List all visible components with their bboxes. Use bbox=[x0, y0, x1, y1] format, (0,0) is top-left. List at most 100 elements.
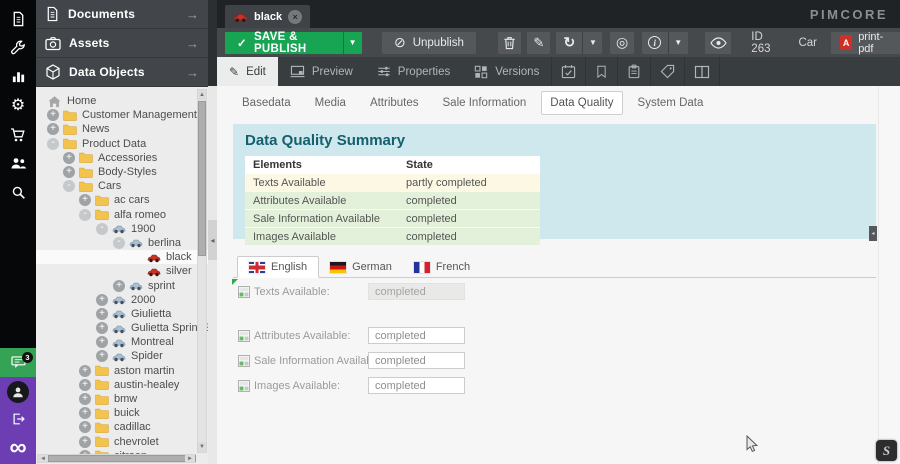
open-object-tab[interactable]: black × bbox=[225, 5, 310, 28]
tree-item[interactable]: buick bbox=[36, 406, 208, 420]
tree-expander-icon[interactable] bbox=[79, 393, 91, 405]
preview-eye-button[interactable] bbox=[705, 32, 732, 54]
tab-tags[interactable] bbox=[650, 57, 684, 86]
tree-item[interactable]: sprint bbox=[36, 278, 208, 292]
scroll-left-button[interactable]: ◄ bbox=[38, 455, 48, 462]
language-tab[interactable]: French bbox=[403, 257, 481, 277]
accordion-assets[interactable]: Assets → bbox=[36, 29, 208, 58]
reload-button[interactable]: ↻ ▼ bbox=[556, 32, 602, 54]
subtab[interactable]: System Data bbox=[629, 91, 713, 115]
tree-expander-icon[interactable] bbox=[96, 336, 108, 348]
field-value-input[interactable]: completed bbox=[368, 352, 465, 369]
unpublish-button[interactable]: ⊘ Unpublish bbox=[382, 32, 476, 54]
cart-icon[interactable] bbox=[0, 120, 36, 149]
tree-expander-icon[interactable] bbox=[47, 109, 59, 121]
language-tab[interactable]: English bbox=[237, 256, 319, 278]
accordion-data-objects[interactable]: Data Objects → bbox=[36, 58, 208, 87]
tree-item[interactable]: 2000 bbox=[36, 293, 208, 307]
tree-item[interactable]: Product Data bbox=[36, 137, 208, 151]
tree-expander-icon[interactable] bbox=[63, 152, 75, 164]
field-value-input[interactable]: completed bbox=[368, 283, 465, 300]
save-publish-button[interactable]: ✓SAVE & PUBLISH ▼ bbox=[225, 32, 362, 54]
tree-expander-icon[interactable] bbox=[79, 209, 91, 221]
collapse-left-handle[interactable]: ◂ bbox=[208, 220, 217, 260]
print-pdf-button[interactable]: A print-pdf bbox=[831, 32, 900, 54]
subtab[interactable]: Basedata bbox=[233, 91, 300, 115]
users-icon[interactable] bbox=[0, 149, 36, 178]
tree-item[interactable]: Gulietta Sprint Specia bbox=[36, 321, 208, 335]
tree-expander-icon[interactable] bbox=[79, 436, 91, 448]
tree-item[interactable]: ac cars bbox=[36, 193, 208, 207]
tab-versions[interactable]: Versions bbox=[462, 57, 551, 86]
file-icon[interactable] bbox=[0, 4, 36, 33]
scroll-down-button[interactable]: ▼ bbox=[198, 442, 206, 452]
search-icon[interactable] bbox=[0, 178, 36, 207]
tree-expander-icon[interactable] bbox=[96, 322, 108, 334]
tree-expander-icon[interactable] bbox=[47, 138, 59, 150]
wrench-icon[interactable] bbox=[0, 33, 36, 62]
scrollbar-thumb[interactable] bbox=[48, 455, 196, 462]
subtab[interactable]: Sale Information bbox=[434, 91, 536, 115]
language-tab[interactable]: German bbox=[319, 257, 403, 277]
tree-item[interactable]: silver bbox=[36, 264, 208, 278]
scroll-right-button[interactable]: ► bbox=[185, 455, 195, 462]
save-menu-caret[interactable]: ▼ bbox=[343, 32, 362, 54]
tab-workflow[interactable] bbox=[684, 57, 720, 86]
tree-item[interactable]: austin-healey bbox=[36, 378, 208, 392]
tab-properties[interactable]: Properties bbox=[365, 57, 462, 86]
tree-item[interactable]: cadillac bbox=[36, 420, 208, 434]
tree-horizontal-scrollbar[interactable]: ◄ ► bbox=[37, 454, 196, 463]
delete-button[interactable] bbox=[498, 32, 521, 54]
scrollbar-thumb[interactable] bbox=[198, 101, 206, 256]
bar-chart-icon[interactable] bbox=[0, 62, 36, 91]
tree-item[interactable]: bmw bbox=[36, 392, 208, 406]
tree-expander-icon[interactable] bbox=[96, 308, 108, 320]
field-value-input[interactable]: completed bbox=[368, 377, 465, 394]
tree-expander-icon[interactable] bbox=[96, 350, 108, 362]
tree-expander-icon[interactable] bbox=[79, 365, 91, 377]
tree-item[interactable]: Giulietta bbox=[36, 307, 208, 321]
tree-item[interactable]: Cars bbox=[36, 179, 208, 193]
tree-item[interactable]: Spider bbox=[36, 349, 208, 363]
pimcore-logo-icon[interactable]: ∞ bbox=[0, 435, 36, 461]
tree-item[interactable]: alfa romeo bbox=[36, 208, 208, 222]
tree-item[interactable]: Body-Styles bbox=[36, 165, 208, 179]
tree-item[interactable]: News bbox=[36, 122, 208, 136]
tree-vertical-scrollbar[interactable]: ▲ ▼ bbox=[197, 89, 207, 453]
rename-button[interactable]: ✎ bbox=[527, 32, 550, 54]
tree-item[interactable]: Home bbox=[36, 94, 208, 108]
tree-expander-icon[interactable] bbox=[113, 280, 125, 292]
field-value-input[interactable]: completed bbox=[368, 327, 465, 344]
tree-expander-icon[interactable] bbox=[63, 180, 75, 192]
tab-edit[interactable]: ✎ Edit bbox=[217, 57, 278, 86]
reload-menu-caret[interactable]: ▼ bbox=[582, 32, 602, 54]
logout-icon[interactable] bbox=[0, 408, 36, 430]
tab-dependencies[interactable] bbox=[617, 57, 650, 86]
close-icon[interactable]: × bbox=[288, 10, 302, 24]
tree-item[interactable]: 1900 bbox=[36, 222, 208, 236]
subtab[interactable]: Attributes bbox=[361, 91, 428, 115]
collapse-right-handle[interactable]: ◂ bbox=[869, 226, 877, 241]
accordion-documents[interactable]: Documents → bbox=[36, 0, 208, 29]
info-button[interactable]: i ▼ bbox=[642, 32, 688, 54]
tree-item[interactable]: Accessories bbox=[36, 151, 208, 165]
scroll-up-button[interactable]: ▲ bbox=[198, 90, 206, 100]
tree-item[interactable]: Customer Management bbox=[36, 108, 208, 122]
tree-item[interactable]: chevrolet bbox=[36, 435, 208, 449]
gear-icon[interactable]: ⚙ bbox=[0, 91, 36, 120]
tree-expander-icon[interactable] bbox=[79, 421, 91, 433]
subtab[interactable]: Data Quality bbox=[541, 91, 622, 115]
tab-schedule[interactable] bbox=[551, 57, 585, 86]
info-menu-caret[interactable]: ▼ bbox=[668, 32, 688, 54]
tree-item[interactable]: aston martin bbox=[36, 364, 208, 378]
subtab[interactable]: Media bbox=[306, 91, 355, 115]
tree-expander-icon[interactable] bbox=[47, 123, 59, 135]
tree-expander-icon[interactable] bbox=[63, 166, 75, 178]
tree-expander-icon[interactable] bbox=[96, 223, 108, 235]
tree-expander-icon[interactable] bbox=[79, 194, 91, 206]
tree-expander-icon[interactable] bbox=[79, 379, 91, 391]
tree-expander-icon[interactable] bbox=[96, 294, 108, 306]
tree-item[interactable]: black bbox=[36, 250, 208, 264]
tree-item[interactable]: berlina bbox=[36, 236, 208, 250]
tree-expander-icon[interactable] bbox=[113, 237, 125, 249]
